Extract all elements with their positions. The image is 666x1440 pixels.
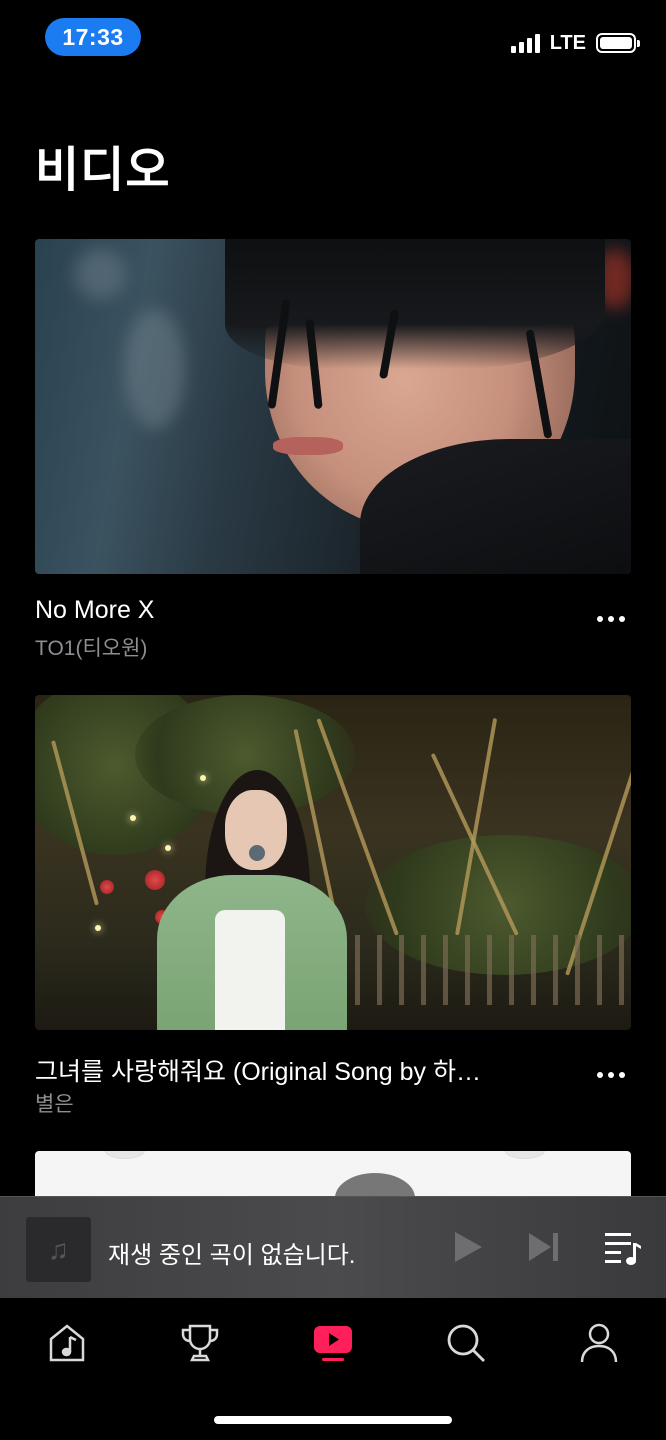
video-thumbnail[interactable]	[35, 239, 631, 574]
page-title: 비디오	[35, 144, 171, 197]
video-thumbnail[interactable]	[35, 695, 631, 1030]
more-options-icon[interactable]	[591, 1060, 631, 1090]
skip-next-icon[interactable]	[526, 1229, 562, 1265]
home-indicator[interactable]	[214, 1416, 452, 1424]
tab-trophy-icon[interactable]	[175, 1318, 225, 1368]
status-bar: 17:33 LTE	[0, 0, 666, 80]
battery-icon	[596, 33, 640, 53]
music-note-icon: ♫	[26, 1217, 91, 1282]
playlist-icon[interactable]	[603, 1227, 643, 1267]
tab-profile-icon[interactable]	[574, 1318, 624, 1368]
tab-home-music-icon[interactable]	[42, 1318, 92, 1368]
status-time: 17:33	[45, 18, 141, 56]
video-card[interactable]: 그녀를 사랑해줘요 (Original Song by 하… 별은	[35, 695, 631, 1120]
network-type: LTE	[549, 31, 586, 54]
play-icon[interactable]	[449, 1229, 485, 1265]
tab-search-icon[interactable]	[441, 1318, 491, 1368]
mini-player[interactable]: ♫ 재생 중인 곡이 없습니다.	[0, 1196, 666, 1298]
video-artist[interactable]: 별은	[35, 1088, 74, 1118]
video-card[interactable]: No More X TO1(티오원)	[35, 239, 631, 664]
video-artist[interactable]: TO1(티오원)	[35, 632, 147, 662]
now-playing-status: 재생 중인 곡이 없습니다.	[108, 1242, 356, 1269]
video-title[interactable]: No More X	[35, 596, 555, 625]
signal-bars-icon	[510, 33, 540, 53]
more-options-icon[interactable]	[591, 604, 631, 634]
status-indicators: LTE	[510, 30, 640, 56]
tab-video-play-icon[interactable]	[308, 1318, 358, 1368]
tab-bar	[0, 1298, 666, 1440]
video-title[interactable]: 그녀를 사랑해줘요 (Original Song by 하…	[35, 1052, 555, 1088]
